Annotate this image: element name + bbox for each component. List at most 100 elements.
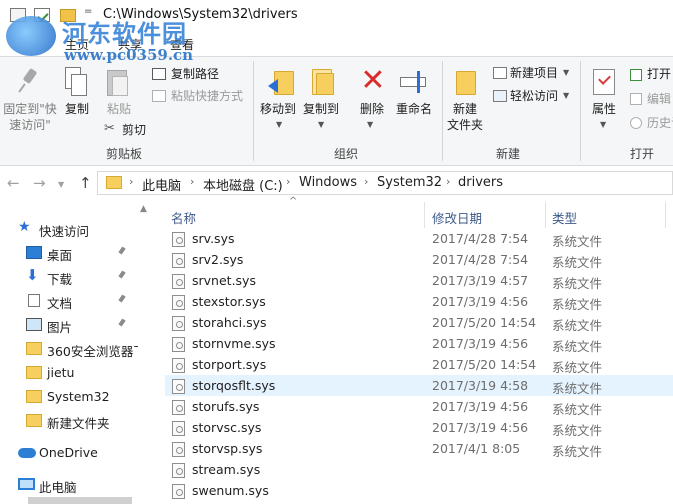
file-row[interactable]: storufs.sys 2017/3/19 4:56 系统文件	[165, 396, 673, 417]
nav-item-folder[interactable]: jietu	[0, 361, 138, 385]
breadcrumb-separator[interactable]: ›	[190, 175, 194, 188]
file-row[interactable]: storahci.sys 2017/5/20 14:54 系统文件	[165, 312, 673, 333]
back-arrow-icon[interactable]: ←	[7, 174, 20, 192]
nav-pane-scrollbar[interactable]: ▲	[138, 198, 150, 504]
properties-icon[interactable]	[593, 69, 615, 95]
file-modified-date: 2017/5/20 14:54	[432, 315, 537, 330]
move-to-icon[interactable]	[268, 67, 294, 97]
breadcrumb-windows[interactable]: Windows	[299, 175, 357, 190]
nav-item-desktop[interactable]: 桌面	[0, 241, 138, 265]
forward-arrow-icon[interactable]: →	[33, 174, 46, 192]
new-folder-label-line2: 文件夹	[446, 118, 483, 132]
copy-to-icon[interactable]	[310, 67, 336, 97]
file-row[interactable]: storport.sys 2017/5/20 14:54 系统文件	[165, 354, 673, 375]
column-header-name[interactable]: 名称	[171, 208, 196, 227]
copy-to-chevron-down-icon[interactable]: ▼	[318, 117, 324, 133]
column-divider[interactable]	[665, 202, 666, 228]
edit-icon	[630, 93, 642, 105]
paste-icon[interactable]	[107, 67, 131, 97]
address-bar[interactable]: › 此电脑 › 本地磁盘 (C:) › Windows › System32 ›…	[97, 171, 673, 195]
nav-item-this-pc[interactable]: 此电脑	[0, 473, 138, 497]
nav-item-folder[interactable]: 新建文件夹	[0, 409, 138, 433]
delete-x-icon[interactable]: ✕	[360, 66, 386, 96]
file-row[interactable]: srv2.sys 2017/4/28 7:54 系统文件	[165, 249, 673, 270]
file-row[interactable]: storvsp.sys 2017/4/1 8:05 系统文件	[165, 438, 673, 459]
recent-locations-chevron-down-icon[interactable]: ▼	[58, 180, 64, 189]
new-folder-button[interactable]: 新建 文件夹	[444, 101, 486, 133]
breadcrumb-separator[interactable]: ›	[129, 175, 133, 188]
nav-item-pictures[interactable]: 图片	[0, 313, 138, 337]
nav-item-label: 快速访问	[39, 224, 90, 239]
file-row[interactable]: srvnet.sys 2017/3/19 4:57 系统文件	[165, 270, 673, 291]
pin-icon[interactable]	[118, 271, 126, 281]
file-row[interactable]: stornvme.sys 2017/3/19 4:56 系统文件	[165, 333, 673, 354]
file-row[interactable]: storvsc.sys 2017/3/19 4:56 系统文件	[165, 417, 673, 438]
rename-icon[interactable]	[400, 69, 428, 93]
column-divider[interactable]	[424, 202, 425, 228]
pin-icon[interactable]	[118, 295, 126, 305]
move-to-chevron-down-icon[interactable]: ▼	[276, 117, 282, 133]
breadcrumb-system32[interactable]: System32	[377, 175, 442, 190]
file-row[interactable]: srv.sys 2017/4/28 7:54 系统文件	[165, 228, 673, 249]
move-to-button[interactable]: 移动到	[258, 101, 298, 117]
breadcrumb-drivers[interactable]: drivers	[458, 175, 503, 190]
nav-pane-hscroll-thumb[interactable]	[28, 497, 132, 504]
breadcrumb-local-disk[interactable]: 本地磁盘 (C:)	[203, 175, 283, 194]
nav-item-label: OneDrive	[39, 445, 98, 460]
pin-icon[interactable]	[18, 69, 40, 93]
nav-item-folder[interactable]: 360安全浏览器下	[0, 337, 138, 361]
column-header-date[interactable]: 修改日期	[432, 208, 482, 227]
pin-icon[interactable]	[118, 319, 126, 329]
system-file-icon	[172, 274, 185, 289]
breadcrumb-separator[interactable]: ›	[286, 175, 290, 188]
easy-access-button[interactable]: 轻松访问	[510, 88, 558, 104]
new-folder-icon[interactable]	[456, 69, 478, 95]
folder-icon	[26, 414, 42, 427]
nav-item-folder[interactable]: System32	[0, 385, 138, 409]
pin-to-quick-access-button[interactable]: 固定到"快 速访问"	[2, 101, 58, 133]
properties-button[interactable]: 属性	[586, 101, 622, 117]
file-row[interactable]: stexstor.sys 2017/3/19 4:56 系统文件	[165, 291, 673, 312]
file-row[interactable]: stream.sys	[165, 459, 673, 480]
breadcrumb-separator[interactable]: ›	[446, 175, 450, 188]
delete-button[interactable]: 删除	[354, 101, 390, 117]
up-arrow-icon[interactable]: ↑	[79, 174, 92, 192]
scissors-icon: ✂	[104, 121, 115, 136]
system-file-icon	[172, 337, 185, 352]
nav-item-documents[interactable]: 文档	[0, 289, 138, 313]
rename-button[interactable]: 重命名	[393, 101, 435, 117]
edit-button[interactable]: 编辑	[647, 91, 671, 107]
copy-path-button[interactable]: 复制路径	[171, 66, 219, 82]
copy-to-button[interactable]: 复制到	[301, 101, 341, 117]
column-divider[interactable]	[545, 202, 546, 228]
open-button[interactable]: 打开	[647, 66, 671, 82]
nav-item-quick-access[interactable]: ★ 快速访问	[0, 217, 138, 241]
cut-button[interactable]: 剪切	[122, 122, 146, 138]
new-item-button[interactable]: 新建项目	[510, 65, 558, 81]
address-folder-icon	[106, 176, 122, 189]
copy-button[interactable]: 复制	[62, 101, 92, 117]
history-button[interactable]: 历史记	[647, 115, 673, 131]
breadcrumb-separator[interactable]: ›	[364, 175, 368, 188]
paste-button[interactable]: 粘贴	[104, 101, 134, 117]
nav-item-label: 新建文件夹	[47, 416, 110, 431]
paste-shortcut-button[interactable]: 粘贴快捷方式	[171, 88, 243, 104]
clipboard-group-label: 剪贴板	[106, 147, 143, 161]
delete-chevron-down-icon[interactable]: ▼	[367, 117, 373, 133]
copy-icon[interactable]	[65, 67, 89, 97]
file-row[interactable]: storqosflt.sys 2017/3/19 4:58 系统文件	[165, 375, 673, 396]
nav-item-label: System32	[47, 389, 110, 404]
easy-access-chevron-down-icon[interactable]: ▼	[563, 88, 569, 104]
file-modified-date: 2017/3/19 4:56	[432, 420, 529, 435]
nav-item-downloads[interactable]: ⬇ 下载	[0, 265, 138, 289]
new-folder-label-line1: 新建	[452, 102, 477, 116]
star-icon: ★	[18, 219, 31, 235]
scroll-up-icon[interactable]: ▲	[140, 204, 147, 214]
pin-icon[interactable]	[118, 247, 126, 257]
file-row[interactable]: swenum.sys	[165, 480, 673, 501]
breadcrumb-this-pc[interactable]: 此电脑	[142, 175, 181, 194]
properties-chevron-down-icon[interactable]: ▼	[600, 117, 606, 133]
column-header-type[interactable]: 类型	[552, 208, 577, 227]
new-item-chevron-down-icon[interactable]: ▼	[563, 65, 569, 81]
nav-item-onedrive[interactable]: OneDrive	[0, 441, 138, 465]
